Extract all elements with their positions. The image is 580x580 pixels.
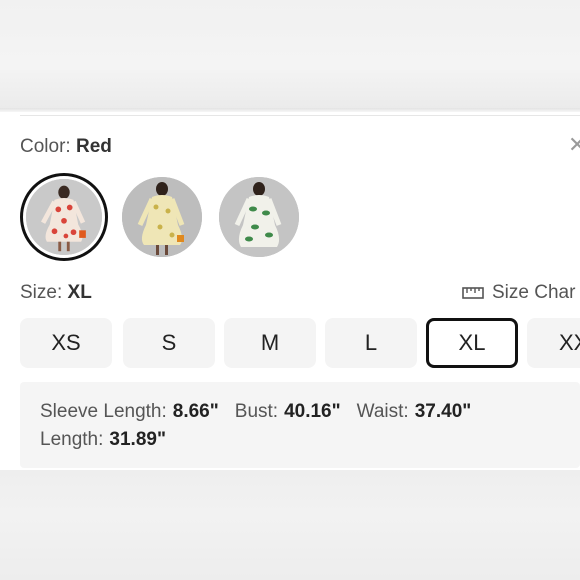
waist-label: Waist:: [356, 401, 409, 422]
size-button-l[interactable]: L: [325, 318, 417, 368]
size-label-row: Size: XL: [20, 282, 92, 304]
sleeve-length-label: Sleeve Length:: [40, 401, 167, 422]
swatch-red[interactable]: [20, 173, 108, 261]
measurement-line-1: Sleeve Length: 8.66" Bust: 40.16" Waist: 37.4…: [40, 398, 560, 426]
close-icon[interactable]: ✕: [568, 134, 580, 156]
color-label: Color:: [20, 136, 71, 157]
length: Length: 31.89": [40, 426, 166, 454]
dress-image-green: [219, 177, 299, 257]
product-options-screen: ✕ Color: Red Size: XL Size Char XS S M L…: [0, 0, 580, 580]
size-button-xx[interactable]: XX: [527, 318, 580, 368]
background-top: [0, 0, 580, 112]
ruler-icon: [462, 287, 484, 299]
size-label: Size:: [20, 282, 63, 303]
options-panel: ✕ Color: Red Size: XL Size Char XS S M L…: [0, 112, 580, 470]
size-chart-label: Size Char: [492, 282, 576, 303]
length-label: Length:: [40, 429, 104, 450]
bust-label: Bust:: [234, 401, 279, 422]
size-button-s[interactable]: S: [123, 318, 215, 368]
color-label-row: Color: Red: [20, 136, 112, 158]
swatch-yellow[interactable]: [122, 177, 202, 257]
size-value: XL: [67, 282, 92, 303]
dress-image-red: [26, 179, 102, 255]
sleeve-length-value: 8.66": [172, 401, 219, 422]
bust-value: 40.16": [284, 401, 341, 422]
color-value: Red: [75, 136, 112, 157]
size-measurements: Sleeve Length: 8.66" Bust: 40.16" Waist: 37.4…: [20, 382, 580, 468]
waist-value: 37.40": [414, 401, 472, 422]
size-button-m[interactable]: M: [224, 318, 316, 368]
sleeve-length: Sleeve Length: 8.66": [40, 398, 219, 426]
dress-image-yellow: [122, 177, 202, 257]
length-value: 31.89": [109, 429, 166, 450]
size-chart-link[interactable]: Size Char: [462, 282, 575, 304]
swatch-green[interactable]: [219, 177, 299, 257]
measurement-line-2: Length: 31.89": [40, 426, 560, 454]
divider: [20, 115, 580, 116]
bust: Bust: 40.16": [235, 398, 341, 426]
waist: Waist: 37.40": [357, 398, 472, 426]
background-bottom: [0, 470, 580, 580]
size-button-xl[interactable]: XL: [426, 318, 518, 368]
size-button-xs[interactable]: XS: [20, 318, 112, 368]
